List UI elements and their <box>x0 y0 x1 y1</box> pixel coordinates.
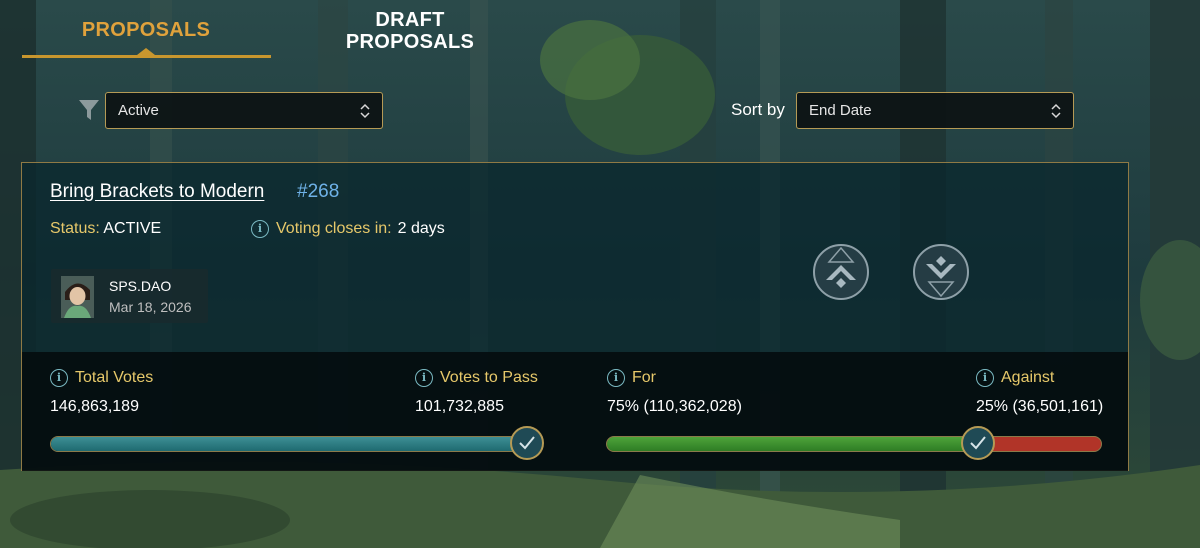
status-label: Status: <box>50 220 100 237</box>
proposal-tabs: PROPOSALS DRAFT PROPOSALS <box>22 0 502 60</box>
info-icon[interactable]: i <box>50 369 68 387</box>
info-icon[interactable]: i <box>607 369 625 387</box>
info-icon[interactable]: i <box>976 369 994 387</box>
total-votes-progress-bar <box>50 436 530 452</box>
for-label: i For <box>607 369 656 387</box>
tab-proposals[interactable]: PROPOSALS <box>22 19 270 41</box>
select-chevron-icon <box>360 103 370 119</box>
total-votes-value: 146,863,189 <box>50 398 139 415</box>
proposal-card: Bring Brackets to Modern #268 Status: AC… <box>21 162 1129 471</box>
proposal-number[interactable]: #268 <box>297 181 339 203</box>
total-votes-progress-fill <box>51 437 529 451</box>
sort-value: End Date <box>809 102 872 119</box>
pass-threshold-check-icon <box>510 426 544 460</box>
upvote-button[interactable] <box>812 243 870 301</box>
author-badge[interactable]: SPS.DAO Mar 18, 2026 <box>51 269 208 323</box>
voting-closes-label: Voting closes in: <box>276 220 392 237</box>
against-label: i Against <box>976 369 1054 387</box>
tab-draft-proposals[interactable]: DRAFT PROPOSALS <box>322 9 498 53</box>
downvote-button[interactable] <box>912 243 970 301</box>
total-votes-label: i Total Votes <box>50 369 153 387</box>
upvote-icon <box>813 244 869 300</box>
status-filter-value: Active <box>118 102 159 119</box>
voting-closes-value: 2 days <box>397 220 445 237</box>
downvote-icon <box>913 244 969 300</box>
info-icon[interactable]: i <box>415 369 433 387</box>
filter-icon[interactable] <box>78 98 100 122</box>
proposal-title-link[interactable]: Bring Brackets to Modern <box>50 181 264 203</box>
proposal-header: Bring Brackets to Modern #268 Status: AC… <box>22 163 1128 352</box>
author-date: Mar 18, 2026 <box>109 299 192 315</box>
votes-to-pass-label-text: Votes to Pass <box>440 369 538 386</box>
status-value: ACTIVE <box>103 220 162 237</box>
total-votes-label-text: Total Votes <box>75 369 154 386</box>
voting-closes-row: i Voting closes in: 2 days <box>251 220 445 238</box>
active-tab-underline <box>22 55 271 58</box>
info-icon[interactable]: i <box>251 220 269 238</box>
vote-stats: i Total Votes 146,863,189 i Votes to Pas… <box>22 352 1128 471</box>
sort-by-label: Sort by <box>731 100 785 119</box>
status-row: Status: ACTIVE <box>50 220 161 238</box>
select-chevron-icon <box>1051 103 1061 119</box>
votes-to-pass-label: i Votes to Pass <box>415 369 538 387</box>
status-filter-select[interactable]: Active <box>105 92 383 129</box>
votes-to-pass-value: 101,732,885 <box>415 398 504 415</box>
for-label-text: For <box>632 369 656 386</box>
against-value: 25% (36,501,161) <box>976 398 1104 415</box>
active-tab-indicator <box>137 48 155 55</box>
for-value: 75% (110,362,028) <box>607 398 742 415</box>
against-label-text: Against <box>1001 369 1055 386</box>
author-name: SPS.DAO <box>109 278 172 294</box>
for-against-bar <box>606 436 1102 452</box>
for-threshold-check-icon <box>961 426 995 460</box>
avatar <box>61 276 94 318</box>
for-votes-fill <box>607 437 978 451</box>
sort-select[interactable]: End Date <box>796 92 1074 129</box>
